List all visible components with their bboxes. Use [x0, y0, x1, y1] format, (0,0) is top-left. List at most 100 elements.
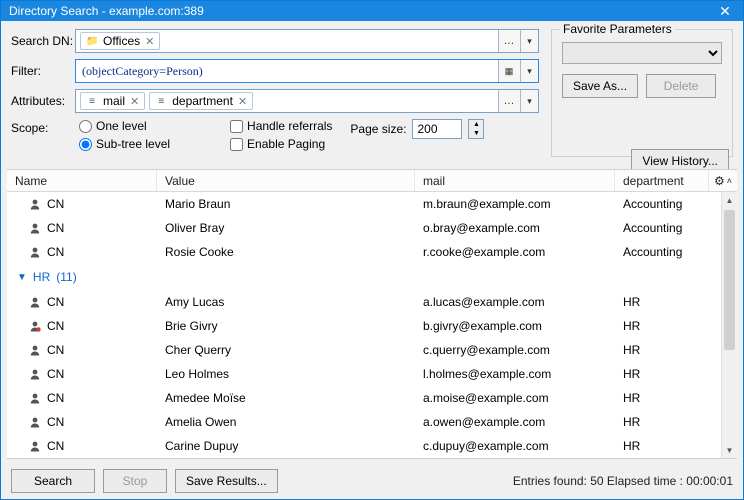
- cell-department: Accounting: [615, 221, 737, 235]
- cell-name: CN: [47, 391, 64, 405]
- scope-label: Scope:: [11, 119, 75, 135]
- folder-icon: 📁: [86, 36, 98, 47]
- attribute-icon: ≡: [155, 96, 167, 107]
- stop-button[interactable]: Stop: [103, 469, 167, 493]
- cell-mail: r.cooke@example.com: [415, 245, 615, 259]
- filter-dropdown-icon[interactable]: ▾: [520, 60, 538, 82]
- chevron-up-icon[interactable]: ˄: [727, 176, 732, 186]
- table-row[interactable]: CNOliver Brayo.bray@example.comAccountin…: [7, 216, 737, 240]
- person-icon: [29, 222, 41, 234]
- filter-builder-button[interactable]: ▦: [498, 60, 520, 82]
- scrollbar-thumb[interactable]: [724, 210, 735, 350]
- attribute-tag-department[interactable]: ≡ department ✕: [149, 92, 253, 110]
- spin-down-icon[interactable]: ▼: [469, 129, 483, 138]
- cell-department: HR: [615, 439, 737, 453]
- tag-remove-icon[interactable]: ✕: [130, 95, 139, 108]
- scope-one-level[interactable]: One level: [79, 119, 170, 133]
- cell-name: CN: [47, 415, 64, 429]
- save-results-button[interactable]: Save Results...: [175, 469, 278, 493]
- table-row[interactable]: CNMario Braunm.braun@example.comAccounti…: [7, 192, 737, 216]
- window-title: Directory Search - example.com:389: [9, 4, 715, 18]
- favorite-select[interactable]: [562, 42, 722, 64]
- cell-value: Mario Braun: [157, 197, 415, 211]
- filter-label: Filter:: [11, 64, 75, 78]
- vertical-scrollbar[interactable]: ▲ ▼: [721, 192, 737, 458]
- page-size-label: Page size:: [350, 122, 406, 136]
- person-icon: [29, 246, 41, 258]
- cell-name: CN: [47, 197, 64, 211]
- filter-field[interactable]: (objectCategory=Person) ▦ ▾: [75, 59, 539, 83]
- attributes-field[interactable]: ≡ mail ✕ ≡ department ✕ … ▾: [75, 89, 539, 113]
- tag-remove-icon[interactable]: ✕: [238, 95, 247, 108]
- attributes-browse-button[interactable]: …: [498, 90, 520, 112]
- table-row[interactable]: CNCarine Dupuyc.dupuy@example.comHR: [7, 434, 737, 458]
- column-header-mail[interactable]: mail: [415, 170, 615, 191]
- scope-one-level-text: One level: [96, 119, 147, 133]
- close-icon[interactable]: ✕: [715, 3, 735, 20]
- column-header-name[interactable]: Name: [7, 170, 157, 191]
- filter-text: (objectCategory=Person): [76, 64, 498, 79]
- table-row[interactable]: CNRosie Cooker.cooke@example.comAccounti…: [7, 240, 737, 264]
- delete-button[interactable]: Delete: [646, 74, 716, 98]
- table-row[interactable]: CNBrie Givryb.givry@example.comHR: [7, 314, 737, 338]
- table-row[interactable]: CN Leo Holmesl.holmes@example.comHR: [7, 362, 737, 386]
- group-header-hr[interactable]: ▼ HR (11): [7, 264, 737, 290]
- cell-value: Brie Givry: [157, 319, 415, 333]
- attributes-label: Attributes:: [11, 94, 75, 108]
- tag-remove-icon[interactable]: ✕: [145, 35, 154, 48]
- spin-up-icon[interactable]: ▲: [469, 120, 483, 129]
- column-header-department[interactable]: department: [615, 170, 709, 191]
- cell-value: Rosie Cooke: [157, 245, 415, 259]
- cell-mail: c.dupuy@example.com: [415, 439, 615, 453]
- cell-mail: c.querry@example.com: [415, 343, 615, 357]
- table-row[interactable]: CN Amelia Owena.owen@example.comHR: [7, 410, 737, 434]
- page-size-spinner[interactable]: ▲▼: [468, 119, 484, 139]
- scope-sub-tree-text: Sub-tree level: [96, 137, 170, 151]
- cell-department: HR: [615, 391, 737, 405]
- enable-paging-text: Enable Paging: [247, 137, 325, 151]
- cell-value: Leo Holmes: [157, 367, 415, 381]
- search-dn-browse-button[interactable]: …: [498, 30, 520, 52]
- enable-paging-checkbox[interactable]: Enable Paging: [230, 137, 332, 151]
- cell-mail: a.moise@example.com: [415, 391, 615, 405]
- person-icon: [29, 296, 41, 308]
- attributes-dropdown-icon[interactable]: ▾: [520, 90, 538, 112]
- cell-department: HR: [615, 295, 737, 309]
- gear-icon[interactable]: ⚙: [714, 174, 725, 188]
- cell-value: Amelia Owen: [157, 415, 415, 429]
- person-icon: [29, 368, 41, 380]
- favorite-parameters-panel: Favorite Parameters Save As... Delete: [551, 29, 733, 157]
- cell-department: HR: [615, 415, 737, 429]
- cell-name: CN: [47, 367, 64, 381]
- search-dn-tag-text: Offices: [103, 34, 140, 48]
- save-as-button[interactable]: Save As...: [562, 74, 638, 98]
- cell-department: Accounting: [615, 197, 737, 211]
- attribute-tag-mail-text: mail: [103, 94, 125, 108]
- favorite-parameters-legend: Favorite Parameters: [560, 22, 675, 36]
- handle-referrals-text: Handle referrals: [247, 119, 332, 133]
- cell-department: HR: [615, 319, 737, 333]
- search-dn-field[interactable]: 📁 Offices ✕ … ▾: [75, 29, 539, 53]
- scope-sub-tree[interactable]: Sub-tree level: [79, 137, 170, 151]
- person-icon: [29, 198, 41, 210]
- scroll-up-icon[interactable]: ▲: [722, 192, 737, 208]
- search-dn-dropdown-icon[interactable]: ▾: [520, 30, 538, 52]
- cell-value: Cher Querry: [157, 343, 415, 357]
- attribute-tag-mail[interactable]: ≡ mail ✕: [80, 92, 145, 110]
- column-header-value[interactable]: Value: [157, 170, 415, 191]
- search-dn-label: Search DN:: [11, 34, 75, 48]
- table-row[interactable]: CNAmy Lucasa.lucas@example.comHR: [7, 290, 737, 314]
- cell-value: Oliver Bray: [157, 221, 415, 235]
- person-icon: [29, 416, 41, 428]
- cell-name: CN: [47, 319, 64, 333]
- page-size-input[interactable]: [412, 119, 462, 139]
- cell-department: HR: [615, 367, 737, 381]
- search-button[interactable]: Search: [11, 469, 95, 493]
- handle-referrals-checkbox[interactable]: Handle referrals: [230, 119, 332, 133]
- table-row[interactable]: CNAmedee Moïsea.moise@example.comHR: [7, 386, 737, 410]
- search-dn-tag[interactable]: 📁 Offices ✕: [80, 32, 160, 50]
- cell-mail: a.owen@example.com: [415, 415, 615, 429]
- table-row[interactable]: CNCher Querryc.querry@example.comHR: [7, 338, 737, 362]
- cell-mail: l.holmes@example.com: [415, 367, 615, 381]
- scroll-down-icon[interactable]: ▼: [722, 442, 737, 458]
